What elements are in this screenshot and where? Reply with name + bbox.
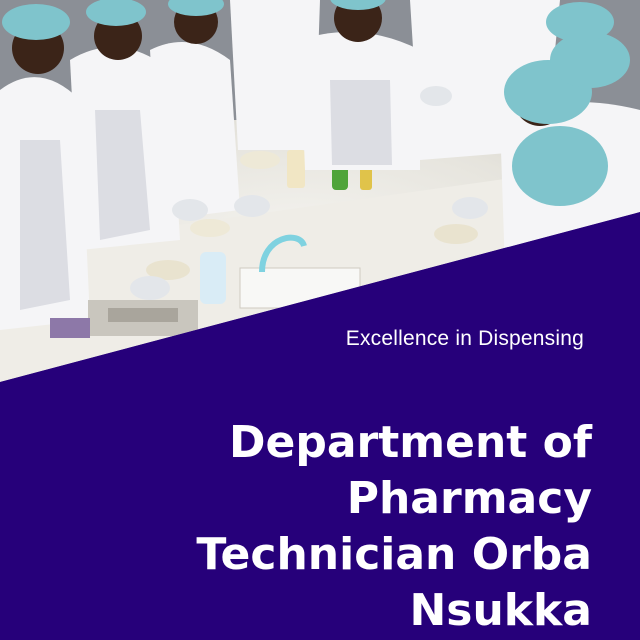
title-line: Pharmacy	[346, 473, 592, 524]
title-line: Technician Orba	[196, 529, 592, 580]
tagline: Excellence in Dispensing	[345, 327, 584, 350]
poster: Excellence in Dispensing Department of P…	[0, 0, 640, 640]
title-line: Department of	[228, 417, 592, 468]
title-line: Nsukka	[409, 585, 592, 636]
department-title: Department of Pharmacy Technician Orba N…	[32, 415, 592, 639]
